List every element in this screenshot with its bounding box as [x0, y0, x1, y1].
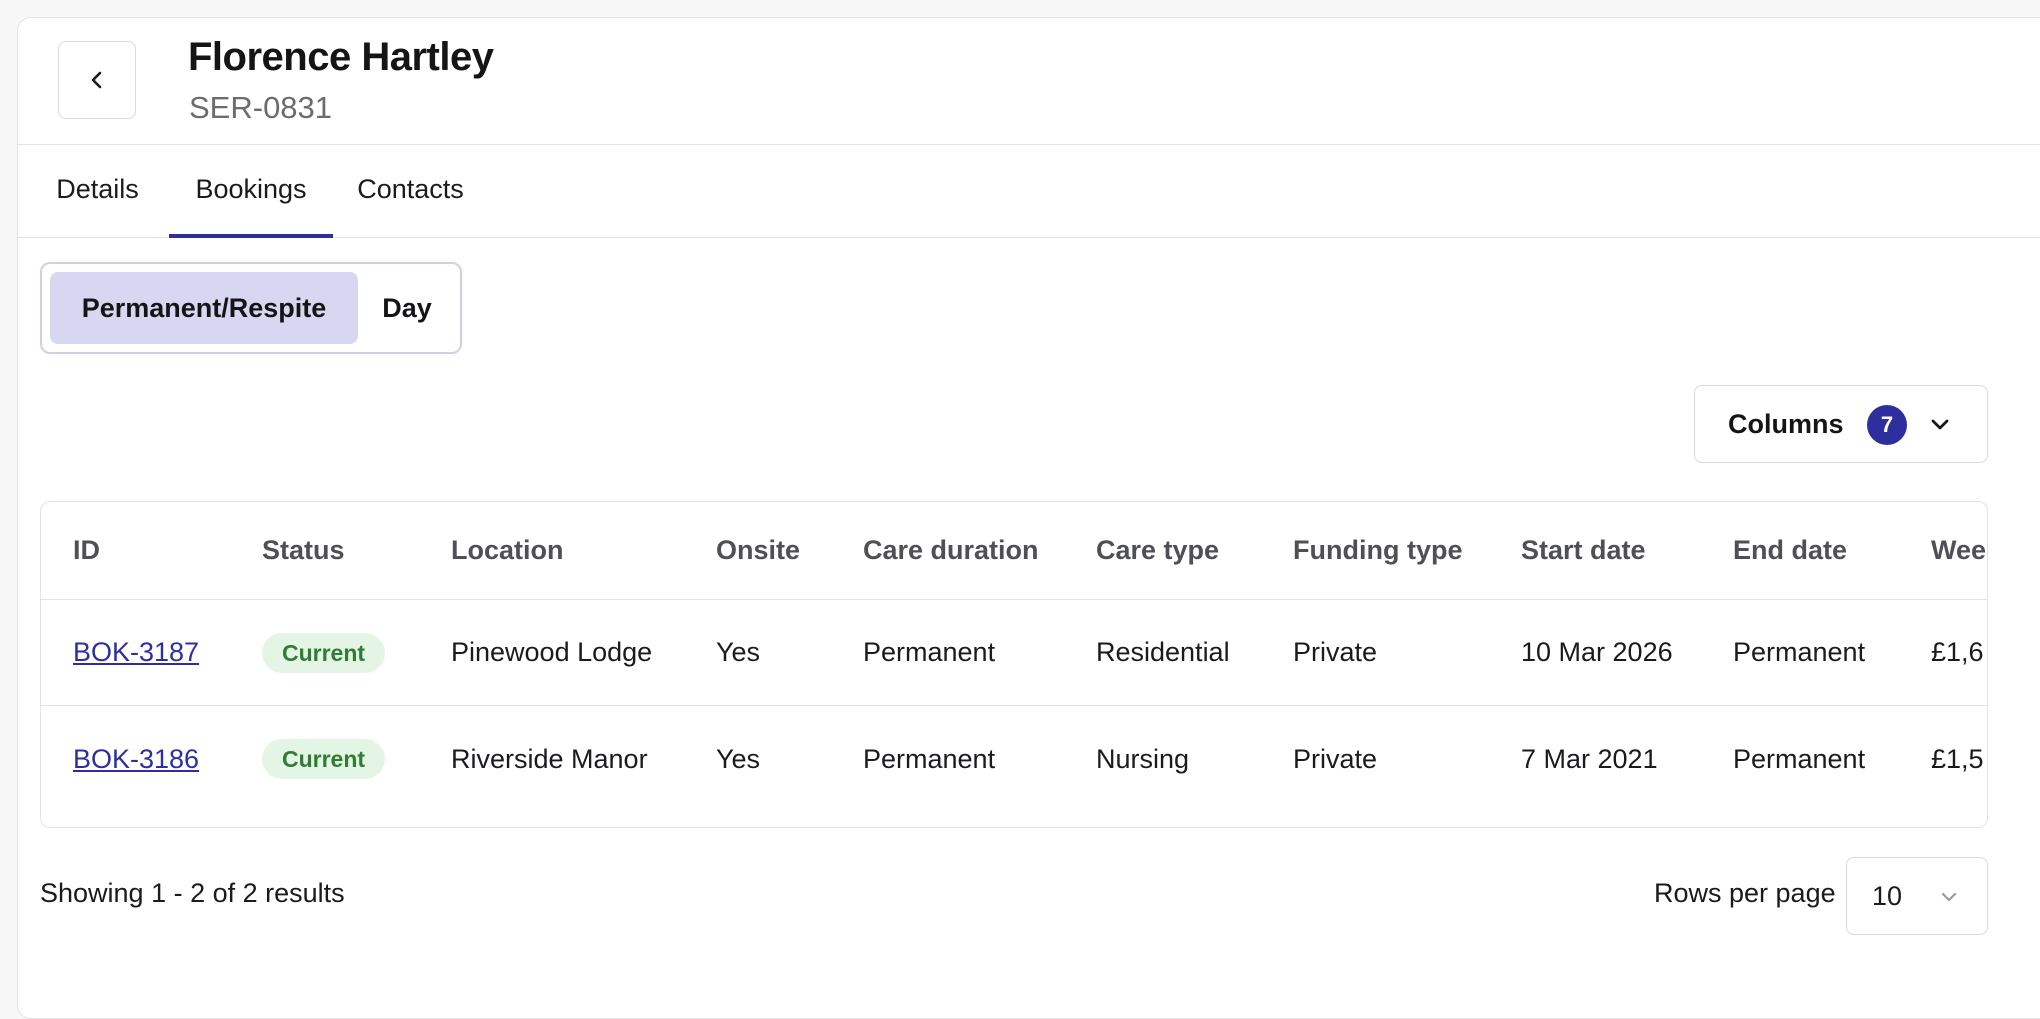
tab-contacts[interactable]: Contacts	[348, 145, 473, 237]
table-header-row: ID Status Location Onsite Care duration …	[41, 502, 1987, 600]
header-status[interactable]: Status	[262, 502, 345, 599]
segment-day[interactable]: Day	[362, 272, 452, 344]
table-row: BOK-3187 Current Pinewood Lodge Yes Perm…	[41, 600, 1987, 706]
end-date-cell: Permanent	[1733, 743, 1866, 774]
location-cell: Riverside Manor	[451, 743, 648, 774]
back-button[interactable]	[58, 41, 136, 119]
funding-type-cell: Private	[1293, 743, 1378, 774]
onsite-cell: Yes	[716, 637, 761, 667]
funding-type-cell: Private	[1293, 637, 1378, 667]
columns-count-badge: 7	[1867, 405, 1907, 445]
care-duration-cell: Permanent	[863, 743, 996, 774]
bookings-table: ID Status Location Onsite Care duration …	[40, 501, 1988, 828]
end-date-cell: Permanent	[1733, 637, 1866, 667]
booking-type-toggle: Permanent/Respite Day	[40, 262, 462, 354]
care-duration-cell: Permanent	[863, 637, 996, 667]
header-end-date[interactable]: End date	[1733, 502, 1847, 599]
header-funding-type[interactable]: Funding type	[1293, 502, 1462, 599]
chevron-left-icon	[86, 69, 108, 91]
header-care-duration[interactable]: Care duration	[863, 502, 1039, 599]
header-weekly[interactable]: Wee	[1931, 502, 1986, 599]
chevron-down-icon	[1928, 412, 1952, 441]
columns-button[interactable]: Columns 7	[1694, 385, 1988, 463]
status-badge: Current	[262, 739, 386, 779]
rows-per-page-value: 10	[1872, 881, 1903, 911]
booking-id-link[interactable]: BOK-3186	[73, 744, 199, 775]
tab-bookings[interactable]: Bookings	[169, 145, 333, 238]
status-badge: Current	[262, 632, 386, 673]
header-location[interactable]: Location	[451, 502, 564, 599]
care-type-cell: Nursing	[1096, 743, 1190, 774]
care-type-cell: Residential	[1096, 637, 1230, 667]
weekly-cell: £1,5	[1931, 743, 1984, 774]
segment-permanent-respite[interactable]: Permanent/Respite	[50, 272, 358, 344]
booking-id-link[interactable]: BOK-3187	[73, 637, 199, 668]
location-cell: Pinewood Lodge	[451, 637, 653, 667]
chevron-down-icon	[1939, 887, 1959, 912]
onsite-cell: Yes	[716, 743, 761, 774]
weekly-cell: £1,6	[1931, 637, 1984, 667]
header-id[interactable]: ID	[73, 502, 100, 599]
rows-per-page-select[interactable]: 10	[1846, 857, 1988, 935]
header-start-date[interactable]: Start date	[1521, 502, 1646, 599]
tab-bar: Details Bookings Contacts	[18, 145, 2040, 238]
service-user-id: SER-0831	[189, 90, 333, 125]
rows-per-page-label: Rows per page	[1654, 878, 1836, 908]
header-care-type[interactable]: Care type	[1096, 502, 1219, 599]
start-date-cell: 10 Mar 2026	[1521, 637, 1673, 667]
page-title: Florence Hartley	[188, 35, 494, 79]
table-row: BOK-3186 Current Riverside Manor Yes Per…	[41, 706, 1987, 812]
columns-label: Columns	[1728, 409, 1844, 439]
tab-details[interactable]: Details	[41, 145, 154, 237]
start-date-cell: 7 Mar 2021	[1521, 743, 1658, 774]
results-summary: Showing 1 - 2 of 2 results	[40, 878, 345, 908]
header-onsite[interactable]: Onsite	[716, 502, 800, 599]
page-header: Florence Hartley SER-0831	[18, 18, 2040, 145]
